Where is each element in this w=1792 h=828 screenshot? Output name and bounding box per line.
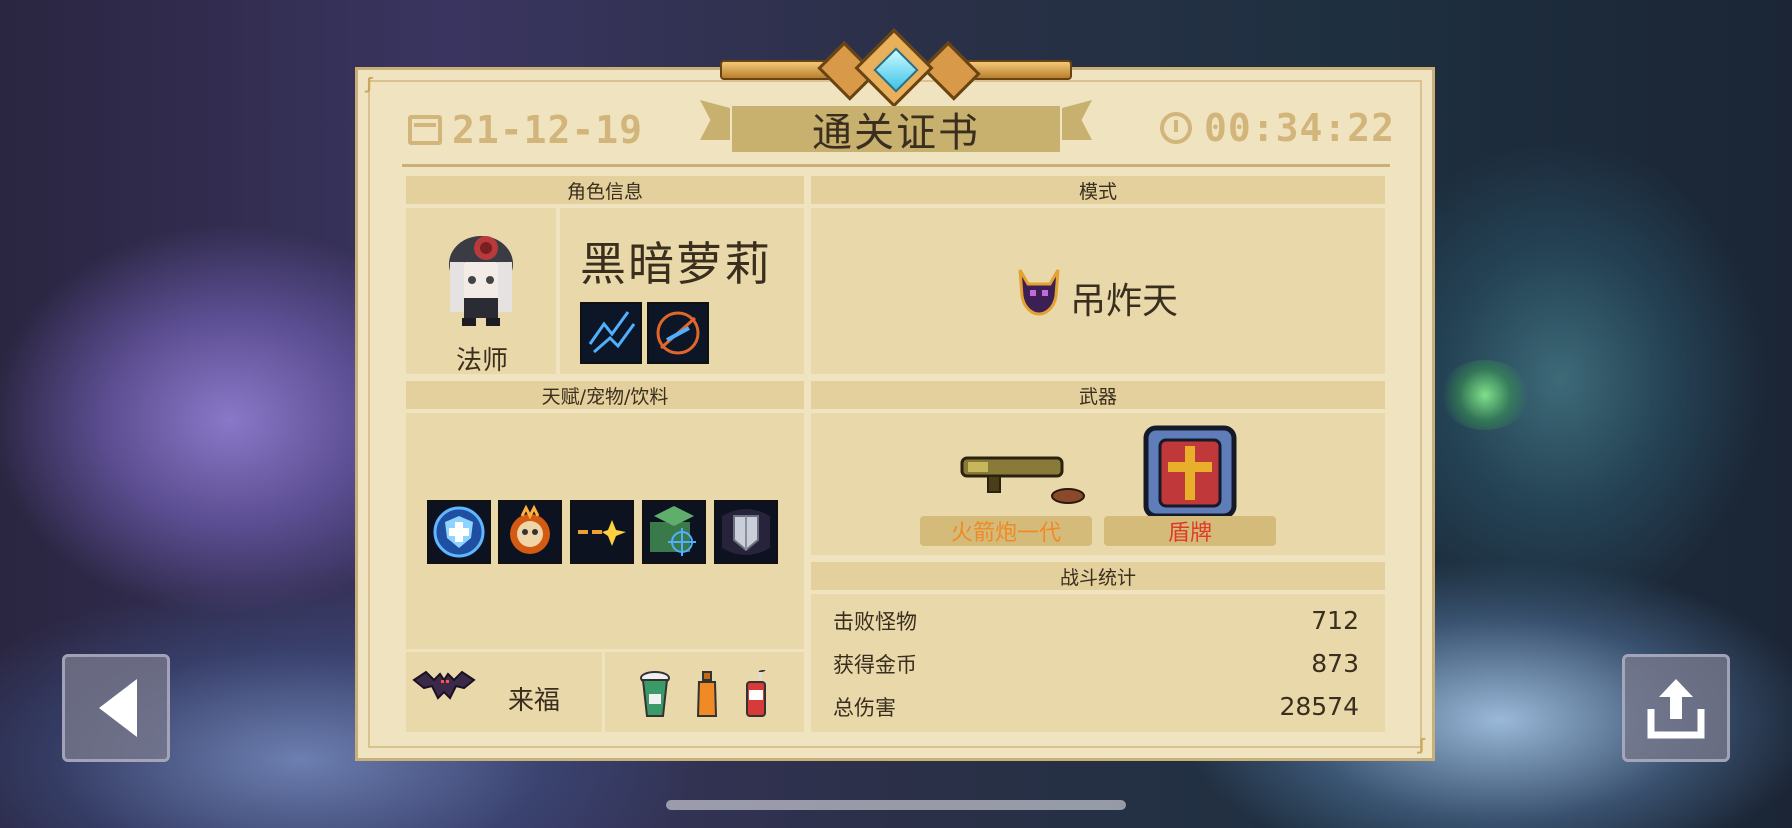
talents-section-header: 天赋/宠物/饮料 xyxy=(406,381,804,409)
stat-value: 873 xyxy=(1311,649,1359,678)
weapon-label-rocket: 火箭炮一代 xyxy=(920,516,1092,546)
stat-row-coins: 获得金币 873 xyxy=(833,649,1359,679)
date-text: 21-12-19 xyxy=(452,108,644,152)
calendar-icon xyxy=(408,115,442,145)
share-button[interactable] xyxy=(1622,654,1730,762)
weapon-name-rocket: 火箭炮一代 xyxy=(950,521,1061,546)
corner-ornament-tl: ʃ xyxy=(364,74,374,93)
mode-section-header: 模式 xyxy=(811,176,1385,204)
role-section-title: 角色信息 xyxy=(566,180,643,203)
weapons-panel xyxy=(811,413,1385,555)
crest-ornament xyxy=(720,28,1072,108)
clock-icon xyxy=(1160,112,1192,144)
flaming-skull-talent-icon[interactable] xyxy=(498,500,562,564)
title-ribbon: 通关证书 xyxy=(732,106,1060,156)
back-arrow-icon xyxy=(99,679,137,737)
bat-pet-icon xyxy=(412,670,476,700)
orange-bottle-drink-icon xyxy=(696,671,718,717)
talents-section-title: 天赋/宠物/饮料 xyxy=(541,385,669,408)
crosshair-map-talent-icon[interactable] xyxy=(642,500,706,564)
stats-section-title: 战斗统计 xyxy=(1059,566,1136,589)
character-avatar-icon xyxy=(449,236,513,326)
weapon-label-shield: 盾牌 xyxy=(1104,516,1276,546)
shield-weapon-icon[interactable] xyxy=(1142,424,1238,520)
shield-plus-talent-icon[interactable] xyxy=(427,500,491,564)
armor-plate-talent-icon[interactable] xyxy=(714,500,778,564)
divider xyxy=(402,164,1390,167)
green-cup-drink-icon xyxy=(640,671,670,717)
lightning-skill-icon[interactable] xyxy=(580,302,642,364)
stat-row-kills: 击败怪物 712 xyxy=(833,606,1359,636)
weapons-section-header: 武器 xyxy=(811,381,1385,409)
mode-section-title: 模式 xyxy=(1078,180,1117,203)
role-section-header: 角色信息 xyxy=(406,176,804,204)
weapons-section-title: 武器 xyxy=(1078,385,1117,408)
arrow-slash-skill-icon[interactable] xyxy=(647,302,709,364)
weapon-name-shield: 盾牌 xyxy=(1167,521,1212,546)
mode-name: 吊炸天 xyxy=(1070,281,1179,322)
stats-section-header: 战斗统计 xyxy=(811,562,1385,590)
corner-ornament-br: ʃ xyxy=(1416,735,1426,754)
stat-row-damage: 总伤害 28574 xyxy=(833,692,1359,722)
page-title: 通关证书 xyxy=(812,110,980,156)
demon-helmet-icon xyxy=(1018,269,1060,316)
background-glow xyxy=(1440,360,1530,430)
back-button[interactable] xyxy=(62,654,170,762)
home-indicator[interactable] xyxy=(666,800,1126,810)
date-display: 21-12-19 xyxy=(408,108,643,152)
red-can-drink-icon xyxy=(746,670,766,717)
bullet-spark-talent-icon[interactable] xyxy=(570,500,634,564)
rocket-launcher-icon[interactable] xyxy=(958,450,1088,506)
pet-name: 来福 xyxy=(508,686,561,716)
avatar-panel: 法师 xyxy=(406,208,556,376)
time-display: 00:34:22 xyxy=(1160,106,1395,150)
time-text: 00:34:22 xyxy=(1204,106,1396,150)
stat-label: 击败怪物 xyxy=(833,610,917,634)
stat-label: 获得金币 xyxy=(833,653,917,677)
stat-value: 712 xyxy=(1311,606,1359,635)
stat-value: 28574 xyxy=(1279,692,1359,721)
stat-label: 总伤害 xyxy=(833,696,896,720)
share-icon xyxy=(1647,679,1705,739)
class-label: 法师 xyxy=(455,346,508,376)
character-name: 黑暗萝莉 xyxy=(580,237,772,291)
